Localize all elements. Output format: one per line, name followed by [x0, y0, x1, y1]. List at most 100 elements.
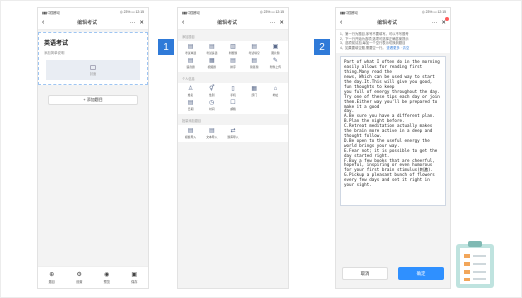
toolbar-item-questions[interactable]: ⊕ 题目	[49, 272, 55, 284]
question-type-label: 性别	[208, 93, 215, 97]
section-title: 添加题目	[182, 35, 195, 39]
exam-description[interactable]: 添加简单说明	[44, 50, 142, 55]
notification-dot	[445, 16, 449, 21]
add-question-button[interactable]: + 添加题目	[48, 95, 138, 105]
back-arrow-icon[interactable]: ‹	[340, 19, 342, 26]
question-type-icon: ▤	[187, 100, 194, 106]
question-type-label: 邮箱	[230, 107, 236, 111]
back-arrow-icon[interactable]: ‹	[42, 19, 44, 26]
page-title: 编辑考试	[217, 20, 238, 26]
import-textarea[interactable]: Part of what I often do in the morning e…	[340, 56, 446, 207]
question-type-label: 日期	[187, 107, 194, 111]
question-type-item[interactable]: ▦ 部门	[244, 86, 265, 97]
page-title: 编辑考试	[377, 20, 398, 26]
back-arrow-icon[interactable]: ‹	[182, 19, 184, 26]
question-type-icon: ▦	[251, 86, 258, 92]
question-type-item[interactable]: ▯ 手机	[222, 86, 243, 97]
question-type-item[interactable]: ▤ 考试填空	[244, 44, 265, 55]
toolbar-label: 题目	[48, 279, 55, 284]
question-type-label: 简答题	[249, 65, 259, 69]
question-type-item[interactable]: ▤ 考试多选	[201, 44, 222, 55]
tip-text: 4、如果要填空题,需要空一行。	[340, 45, 386, 50]
question-type-label: 附件上传	[269, 65, 281, 69]
section-title: 批量添加题目	[182, 119, 202, 123]
question-type-icon: ⌂	[273, 86, 278, 92]
question-type-label: 考试填空	[248, 51, 260, 55]
battery-time: ◎ 23% ▭ 12:15	[421, 10, 446, 14]
question-type-item[interactable]: ⇄ 题库导入	[222, 128, 243, 139]
toolbar-item-save[interactable]: ▣ 保存	[131, 272, 137, 284]
question-type-label: 考试多选	[206, 51, 218, 55]
question-type-label: 排序	[230, 65, 236, 69]
question-type-label: 视频题	[207, 65, 216, 69]
question-type-item[interactable]: ▤ 语音题	[180, 58, 201, 69]
question-type-icon: ▤	[187, 58, 194, 64]
question-type-label: 姓名	[187, 93, 194, 97]
question-type-item[interactable]: ⚥ 性别	[201, 86, 222, 97]
question-type-item[interactable]: ▦ 视频题	[201, 58, 222, 69]
question-type-icon: ▯	[231, 86, 235, 92]
question-type-icon: ▤	[187, 128, 194, 134]
battery-time: ◎ 23% ▭ 12:15	[119, 10, 144, 14]
more-icon[interactable]: ···	[130, 20, 136, 26]
question-type-item[interactable]: ✎ 附件上传	[265, 58, 286, 69]
cover-upload[interactable]: 封面	[46, 60, 140, 80]
question-type-icon: ▤	[251, 44, 258, 50]
gear-icon: ⚙	[76, 271, 82, 278]
section-title: 个人信息	[182, 77, 195, 81]
image-icon	[90, 64, 96, 70]
question-type-label: 地址	[272, 93, 279, 97]
question-type-item[interactable]: ◷ 时间	[201, 100, 222, 111]
question-type-grid: ♙ 姓名 ⚥ 性别 ▯ 手机 ▦ 部门 ⌂ 地址 ▤ 日期 ◷ 时间 ☐ 邮箱	[178, 83, 288, 114]
signal-indicator: ▮▮▮ 中国移动	[42, 10, 60, 15]
question-type-item[interactable]: ▤ 考试单选	[180, 44, 201, 55]
question-type-item[interactable]: ▥ 判断题	[222, 44, 243, 55]
question-type-icon: ▤	[208, 44, 215, 50]
nav-bar: ‹ 编辑考试 ··· ✕	[178, 16, 288, 30]
toolbar-item-settings[interactable]: ⚙ 设置	[76, 272, 82, 284]
exam-header-card[interactable]: 英语考试 添加简单说明 封面	[38, 32, 148, 85]
close-icon[interactable]: ✕	[441, 16, 449, 26]
question-type-item[interactable]: ▤ 模板导入	[180, 128, 201, 139]
tutorial-canvas: ▮▮▮ 中国移动 ◎ 23% ▭ 12:15 ‹ 编辑考试 ··· ✕ 英语考试…	[0, 0, 522, 298]
exam-title[interactable]: 英语考试	[44, 38, 142, 47]
signal-indicator: ▮▮▮ 中国移动	[340, 10, 358, 15]
question-type-item[interactable]: ▤ 排序	[222, 58, 243, 69]
toolbar-label: 设置	[76, 279, 83, 284]
more-icon[interactable]: ···	[270, 20, 276, 26]
question-type-icon: ⚥	[209, 86, 215, 92]
more-icon[interactable]: ···	[432, 20, 438, 26]
cancel-button[interactable]: 取消	[342, 267, 388, 280]
clipboard-illustration	[456, 241, 494, 288]
step-badge-2: 2	[314, 39, 330, 55]
question-type-item[interactable]: ☐ 邮箱	[222, 100, 243, 111]
question-type-icon: ☐	[230, 100, 236, 106]
close-icon[interactable]: ✕	[279, 20, 284, 26]
question-type-label: 模板导入	[184, 135, 197, 139]
close-icon[interactable]: ✕	[139, 20, 144, 26]
question-type-sections: 添加题目 ▤ 考试单选 ▤ 考试多选 ▥ 判断题 ▤ 考试填空 ▣ 图片题 ▤ 语音题 ▦ 视频题 ▤ 排序 ▤ 简…	[178, 30, 288, 142]
eye-icon: ◉	[104, 271, 110, 278]
view-more-link[interactable]: 查看更多 · 清空	[387, 46, 410, 50]
question-type-item[interactable]: ⌂ 地址	[265, 86, 286, 97]
nav-bar: ‹ 编辑考试 ··· ✕	[38, 16, 148, 30]
question-type-item[interactable]: ▤ 文本导入	[201, 128, 222, 139]
question-type-icon: ▥	[230, 44, 236, 50]
question-type-label: 语音题	[186, 65, 195, 69]
toolbar-item-preview[interactable]: ◉ 预览	[104, 272, 110, 284]
confirm-button[interactable]: 确定	[398, 267, 444, 280]
question-type-item[interactable]: ▤ 简答题	[244, 58, 265, 69]
phone-edit-exam: ▮▮▮ 中国移动 ◎ 23% ▭ 12:15 ‹ 编辑考试 ··· ✕ 英语考试…	[37, 7, 149, 289]
bottom-toolbar: ⊕ 题目 ⚙ 设置 ◉ 预览 ▣ 保存	[38, 266, 148, 288]
toolbar-label: 预览	[103, 279, 110, 284]
question-type-icon: ▤	[208, 128, 215, 134]
question-type-icon: ▣	[272, 44, 279, 50]
battery-time: ◎ 23% ▭ 12:15	[259, 10, 284, 14]
question-type-item[interactable]: ♙ 姓名	[180, 86, 201, 97]
import-tips: 1、第一行为题目,序号不要填写。可以不写题号 2、下一行开始为选项,选项可选择正…	[336, 30, 450, 54]
question-type-item[interactable]: ▣ 图片题	[265, 44, 286, 55]
question-type-label: 手机	[230, 93, 236, 97]
question-type-item[interactable]: ▤ 日期	[180, 100, 201, 111]
toolbar-label: 保存	[131, 279, 138, 284]
status-bar: ▮▮▮ 中国移动 ◎ 23% ▭ 12:15	[38, 8, 148, 16]
